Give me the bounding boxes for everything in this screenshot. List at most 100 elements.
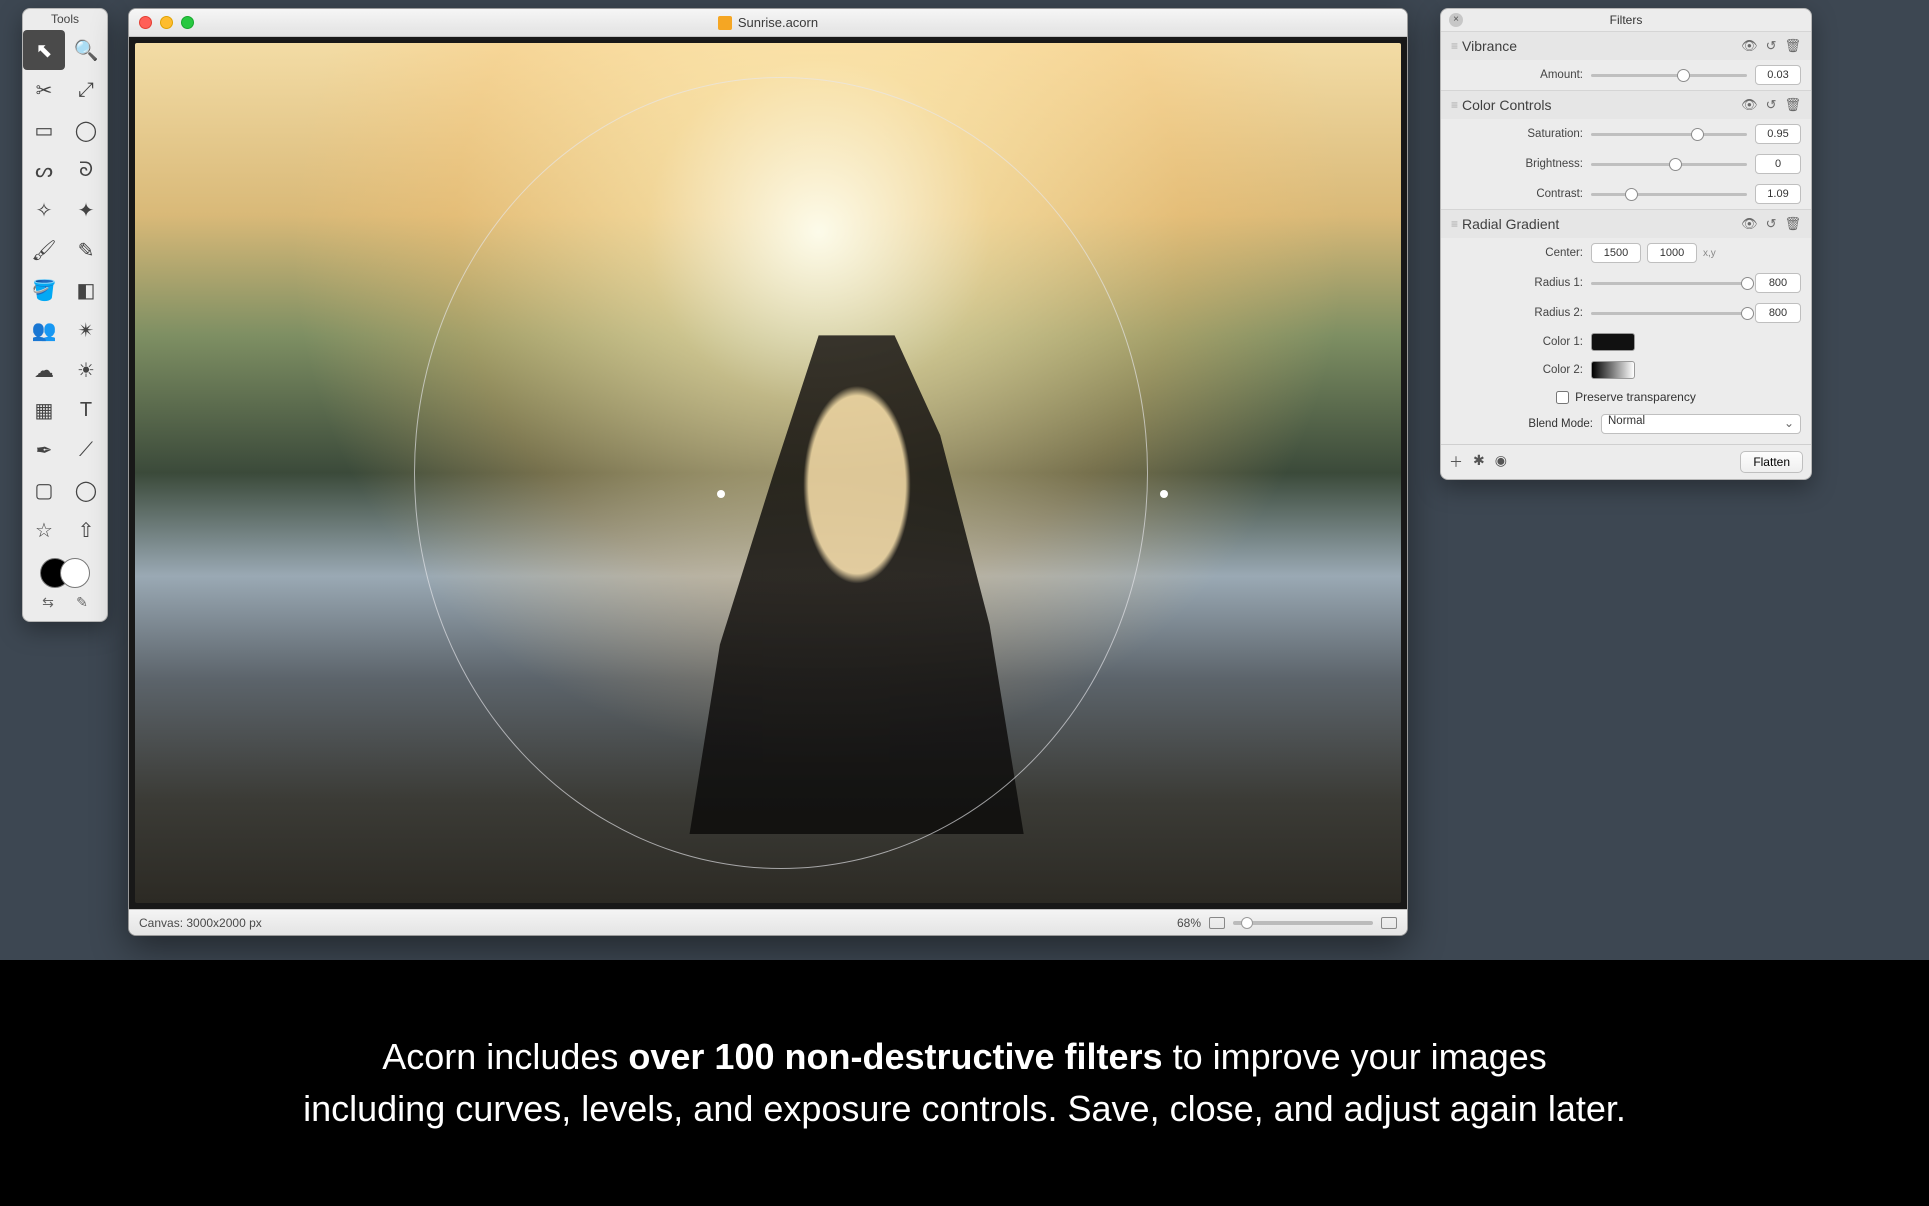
tool-ellipse[interactable]: ◯ — [65, 470, 107, 510]
contrast-slider[interactable] — [1591, 193, 1747, 196]
close-icon[interactable]: × — [1449, 13, 1463, 27]
amount-value[interactable]: 0.03 — [1755, 65, 1801, 85]
color2-well[interactable] — [1591, 361, 1635, 379]
radius2-value[interactable]: 800 — [1755, 303, 1801, 323]
promo-text: to improve your images — [1163, 1036, 1547, 1077]
contrast-value[interactable]: 1.09 — [1755, 184, 1801, 204]
promo-text: including curves, levels, and exposure c… — [303, 1083, 1626, 1135]
minimize-icon[interactable] — [160, 16, 173, 29]
tool-swatch-grid[interactable]: ▦ — [23, 390, 65, 430]
tool-pen[interactable]: ✒ — [23, 430, 65, 470]
radius1-value[interactable]: 800 — [1755, 273, 1801, 293]
tool-brush[interactable]: 🖌 — [23, 230, 65, 270]
tool-shape-select[interactable]: ᘐ — [65, 150, 107, 190]
amount-slider[interactable] — [1591, 74, 1747, 77]
param-label: Contrast: — [1441, 188, 1591, 200]
tool-expand[interactable]: ⤢ — [65, 70, 107, 110]
radius1-slider[interactable] — [1591, 282, 1747, 285]
tool-rect[interactable]: ▢ — [23, 470, 65, 510]
document-window: Sunrise.acorn Canvas: 3000x2000 px 68% — [128, 8, 1408, 936]
brightness-value[interactable]: 0 — [1755, 154, 1801, 174]
tool-move[interactable]: ⬉ — [23, 30, 65, 70]
trash-icon[interactable]: 🗑 — [1784, 216, 1801, 232]
section-name: Color Controls — [1462, 97, 1741, 113]
trash-icon[interactable]: 🗑 — [1784, 38, 1801, 54]
drag-handle-icon[interactable]: ≡ — [1451, 98, 1456, 112]
visibility-icon[interactable]: 👁 — [1741, 97, 1758, 113]
preserve-transparency-checkbox[interactable] — [1556, 391, 1569, 404]
tool-fill[interactable]: 🪣 — [23, 270, 65, 310]
trash-icon[interactable]: 🗑 — [1784, 97, 1801, 113]
close-icon[interactable] — [139, 16, 152, 29]
blend-mode-select[interactable]: Normal — [1601, 414, 1801, 434]
center-x-value[interactable]: 1500 — [1591, 243, 1641, 263]
param-label: Radius 2: — [1441, 307, 1591, 319]
tools-title: Tools — [23, 9, 107, 30]
document-title: Sunrise.acorn — [738, 15, 818, 30]
tool-sun[interactable]: ☀ — [65, 350, 107, 390]
gear-icon[interactable]: ✱ — [1473, 452, 1485, 472]
tool-marquee-rect[interactable]: ▭ — [23, 110, 65, 150]
zoom-percentage: 68% — [1177, 916, 1201, 930]
tools-palette: Tools ⬉🔍✂⤢▭◯ᔕᘐ✧✦🖌✎🪣◧👥✴☁☀▦T✒⟋▢◯☆⇧ ⇆ ✎ — [22, 8, 108, 622]
drag-handle-icon[interactable]: ≡ — [1451, 39, 1456, 53]
fit-screen-icon[interactable] — [1209, 917, 1225, 929]
gradient-edge-handle[interactable] — [1160, 490, 1168, 498]
tool-clone[interactable]: 👥 — [23, 310, 65, 350]
canvas-dimensions: Canvas: 3000x2000 px — [139, 916, 262, 930]
filter-section-radial-gradient[interactable]: ≡ Radial Gradient 👁 ↺ 🗑 — [1441, 209, 1811, 238]
param-label: Saturation: — [1441, 128, 1591, 140]
tool-star[interactable]: ☆ — [23, 510, 65, 550]
radial-gradient-guide[interactable] — [414, 77, 1148, 868]
tool-line[interactable]: ⟋ — [65, 430, 107, 470]
visibility-icon[interactable]: 👁 — [1741, 38, 1758, 54]
param-label: Center: — [1441, 247, 1591, 259]
tool-crop[interactable]: ✂ — [23, 70, 65, 110]
color1-well[interactable] — [1591, 333, 1635, 351]
tool-lasso[interactable]: ᔕ — [23, 150, 65, 190]
add-filter-icon[interactable]: ＋ — [1449, 452, 1463, 472]
image-content — [135, 43, 1401, 903]
tool-dodge[interactable]: ☁ — [23, 350, 65, 390]
radius2-slider[interactable] — [1591, 312, 1747, 315]
promo-highlight: over 100 non-destructive filters — [628, 1036, 1162, 1077]
brightness-slider[interactable] — [1591, 163, 1747, 166]
filters-title: Filters — [1610, 13, 1643, 27]
tool-zoom[interactable]: 🔍 — [65, 30, 107, 70]
reset-icon[interactable]: ↺ — [1766, 216, 1777, 232]
canvas[interactable] — [129, 37, 1407, 909]
xy-label: x,y — [1703, 248, 1716, 259]
filters-palette: × Filters ≡ Vibrance 👁 ↺ 🗑 Amount: 0.03 … — [1440, 8, 1812, 480]
reset-icon[interactable]: ↺ — [1766, 38, 1777, 54]
document-icon — [718, 16, 732, 30]
tool-magic-wand[interactable]: ✧ — [23, 190, 65, 230]
tool-burn[interactable]: ✴ — [65, 310, 107, 350]
saturation-slider[interactable] — [1591, 133, 1747, 136]
swap-colors-icon[interactable]: ⇆ — [42, 594, 54, 611]
background-color[interactable] — [60, 558, 90, 588]
tool-gradient[interactable]: ◧ — [65, 270, 107, 310]
eyedropper-icon[interactable]: ✎ — [76, 594, 88, 611]
visibility-icon[interactable]: 👁 — [1741, 216, 1758, 232]
zoom-slider[interactable] — [1233, 921, 1373, 925]
param-label: Color 2: — [1441, 364, 1591, 376]
filter-section-color-controls[interactable]: ≡ Color Controls 👁 ↺ 🗑 — [1441, 90, 1811, 119]
preview-icon[interactable]: ◉ — [1495, 452, 1507, 472]
reset-icon[interactable]: ↺ — [1766, 97, 1777, 113]
filter-section-vibrance[interactable]: ≡ Vibrance 👁 ↺ 🗑 — [1441, 31, 1811, 60]
tool-arrow[interactable]: ⇧ — [65, 510, 107, 550]
drag-handle-icon[interactable]: ≡ — [1451, 217, 1456, 231]
param-label: Color 1: — [1441, 336, 1591, 348]
tool-marquee-ellipse[interactable]: ◯ — [65, 110, 107, 150]
flatten-button[interactable]: Flatten — [1740, 451, 1803, 473]
preserve-transparency-label: Preserve transparency — [1575, 390, 1696, 404]
tool-pencil[interactable]: ✎ — [65, 230, 107, 270]
zoom-icon[interactable] — [181, 16, 194, 29]
saturation-value[interactable]: 0.95 — [1755, 124, 1801, 144]
tool-quick-select[interactable]: ✦ — [65, 190, 107, 230]
section-name: Radial Gradient — [1462, 216, 1741, 232]
param-label: Brightness: — [1441, 158, 1591, 170]
center-y-value[interactable]: 1000 — [1647, 243, 1697, 263]
fullscreen-icon[interactable] — [1381, 917, 1397, 929]
tool-text[interactable]: T — [65, 390, 107, 430]
